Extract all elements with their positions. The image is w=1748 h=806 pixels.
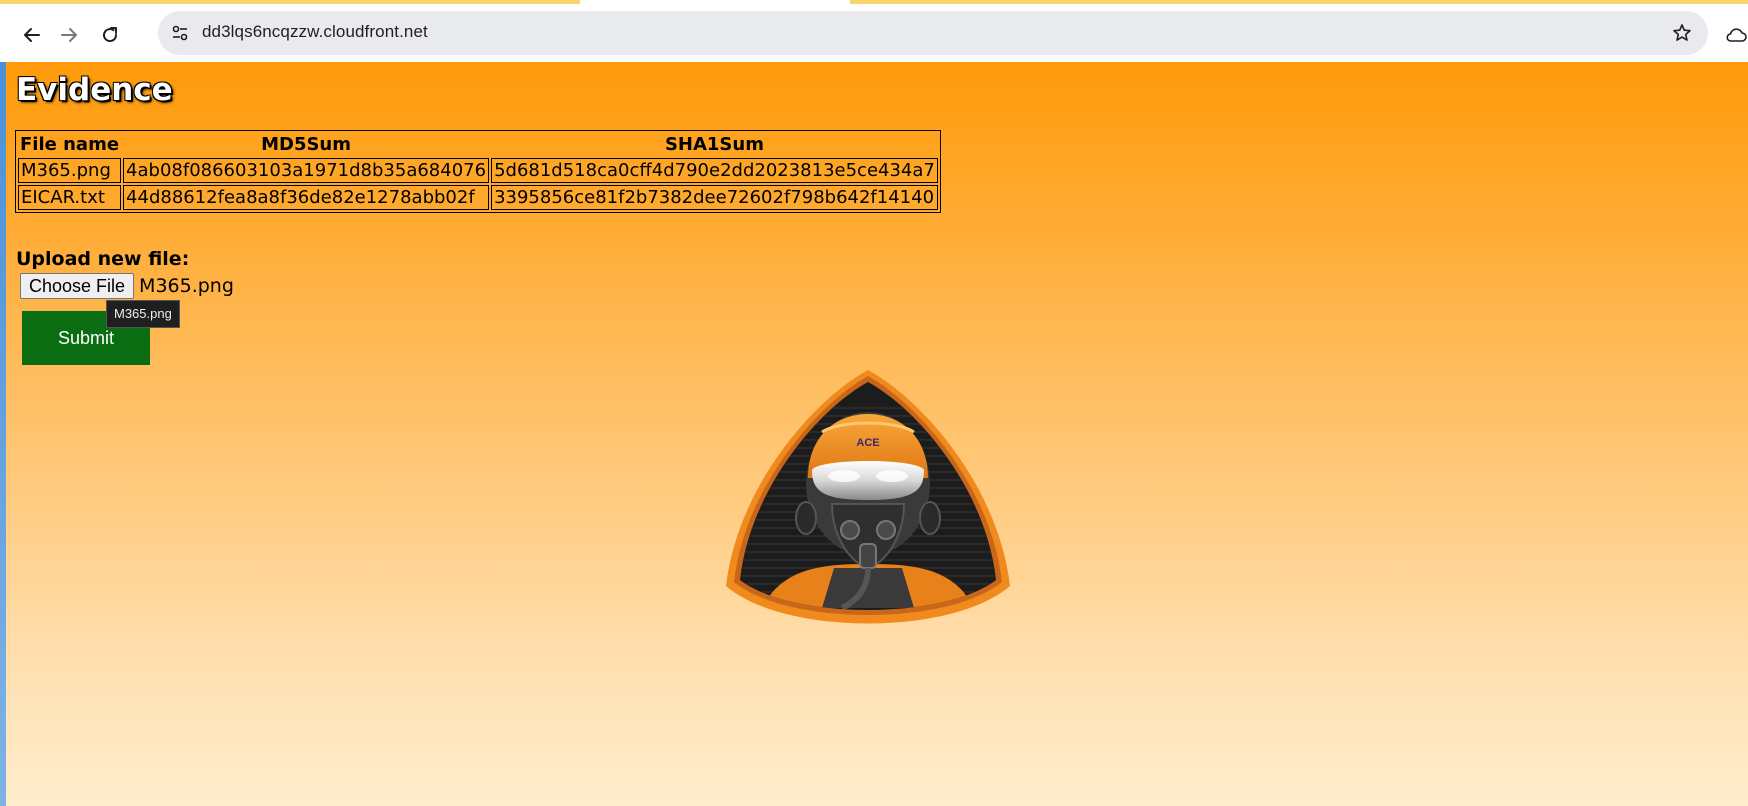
star-icon: [1673, 24, 1691, 41]
evidence-table: File name MD5Sum SHA1Sum M365.png 4ab08f…: [15, 130, 941, 213]
page-viewport: Evidence File name MD5Sum SHA1Sum M365.p…: [0, 62, 1748, 806]
back-button[interactable]: [14, 17, 50, 53]
cell-file-name: M365.png: [18, 158, 122, 183]
cloud-icon: [1726, 28, 1747, 42]
arrow-left-icon: [24, 28, 40, 42]
column-header-md5: MD5Sum: [261, 134, 352, 155]
cell-sha1: 3395856ce81f2b7382dee72602f798b642f14140: [491, 185, 938, 210]
url-text[interactable]: dd3lqs6ncqzzw.cloudfront.net: [202, 22, 428, 42]
profile-button[interactable]: [1720, 17, 1748, 53]
reload-button[interactable]: [92, 17, 128, 53]
bookmark-button[interactable]: [1666, 17, 1698, 49]
upload-label: Upload new file:: [16, 248, 190, 270]
choose-file-button[interactable]: Choose File: [20, 273, 135, 299]
page-body: Evidence File name MD5Sum SHA1Sum M365.p…: [6, 62, 1748, 806]
forward-button[interactable]: [51, 17, 87, 53]
tune-icon: [172, 25, 188, 41]
file-tooltip: M365.png: [106, 300, 180, 328]
ace-pilot-badge: ACE: [726, 370, 1010, 624]
browser-toolbar: dd3lqs6ncqzzw.cloudfront.net: [0, 4, 1748, 62]
column-header-file-name: File name: [20, 134, 120, 155]
table-row: M365.png 4ab08f086603103a1971d8b35a68407…: [18, 158, 938, 183]
reload-icon: [103, 27, 118, 43]
table-row: EICAR.txt 44d88612fea8a8f36de82e1278abb0…: [18, 185, 938, 210]
arrow-right-icon: [61, 28, 77, 42]
column-header-sha1: SHA1Sum: [664, 134, 764, 155]
address-bar[interactable]: dd3lqs6ncqzzw.cloudfront.net: [158, 11, 1708, 55]
cell-file-name: EICAR.txt: [18, 185, 122, 210]
cell-md5: 44d88612fea8a8f36de82e1278abb02f: [123, 185, 490, 210]
cell-md5: 4ab08f086603103a1971d8b35a684076: [123, 158, 490, 183]
page-title: Evidence: [16, 72, 173, 108]
cell-sha1: 5d681d518ca0cff4d790e2dd2023813e5ce434a7: [491, 158, 938, 183]
selected-file-name: M365.png: [139, 275, 234, 297]
site-info-button[interactable]: [164, 17, 196, 49]
file-input[interactable]: Choose File M365.png: [20, 273, 234, 299]
helmet-label: ACE: [856, 437, 879, 449]
table-header-row: File name MD5Sum SHA1Sum: [18, 133, 938, 156]
